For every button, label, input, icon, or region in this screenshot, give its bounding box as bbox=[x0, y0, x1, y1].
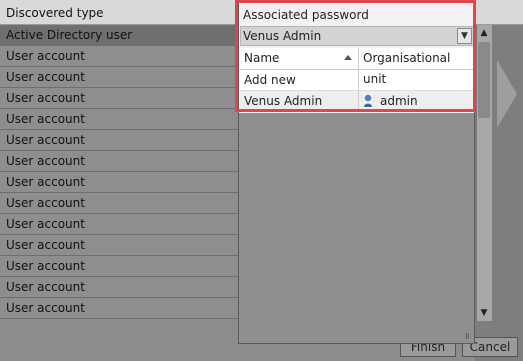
list-header: Name Organisational unit bbox=[240, 48, 474, 86]
chevron-down-icon[interactable]: ▼ bbox=[457, 28, 472, 44]
column-header-organisational-unit[interactable]: Organisational unit bbox=[359, 48, 474, 86]
table-row[interactable]: User account bbox=[0, 151, 238, 172]
table-row[interactable]: User account bbox=[0, 235, 238, 256]
password-list: Name Organisational unit Add new Venus A… bbox=[240, 48, 474, 112]
column-header-discovered-type: Discovered type bbox=[6, 6, 104, 20]
column-divider[interactable] bbox=[358, 48, 359, 112]
next-arrow-icon bbox=[497, 60, 517, 128]
list-item-venus-admin[interactable]: Venus Admin admin bbox=[240, 91, 474, 112]
sort-ascending-icon bbox=[344, 55, 352, 60]
table-row[interactable]: User account bbox=[0, 172, 238, 193]
associated-password-combobox[interactable]: Venus Admin ▼ bbox=[240, 26, 474, 46]
popup-header-area: Associated password Venus Admin ▼ Name O… bbox=[239, 1, 474, 113]
scrollbar-thumb[interactable] bbox=[478, 42, 490, 118]
user-icon bbox=[364, 94, 372, 107]
column-header-name[interactable]: Name bbox=[240, 48, 358, 69]
table-row[interactable]: User account bbox=[0, 214, 238, 235]
resize-grip-icon[interactable]: ⠿ bbox=[465, 333, 473, 341]
table-row[interactable]: User account bbox=[0, 277, 238, 298]
table-row[interactable]: User account bbox=[0, 256, 238, 277]
table-row[interactable]: User account bbox=[0, 88, 238, 109]
table-row[interactable]: User account bbox=[0, 67, 238, 88]
associated-password-label: Associated password bbox=[243, 8, 369, 22]
combobox-value: Venus Admin bbox=[243, 29, 322, 43]
table-row[interactable]: User account bbox=[0, 193, 238, 214]
associated-password-popup: Associated password Venus Admin ▼ Name O… bbox=[238, 0, 475, 344]
table-row[interactable]: User account bbox=[0, 109, 238, 130]
table-row[interactable]: Active Directory user bbox=[0, 25, 238, 46]
table-row[interactable]: User account bbox=[0, 298, 238, 319]
scroll-down-icon[interactable]: ▼ bbox=[476, 306, 492, 320]
table-row[interactable]: User account bbox=[0, 46, 238, 67]
list-item-add-new[interactable]: Add new bbox=[240, 70, 474, 91]
scroll-up-icon[interactable]: ▲ bbox=[476, 26, 492, 40]
table-row[interactable]: User account bbox=[0, 130, 238, 151]
